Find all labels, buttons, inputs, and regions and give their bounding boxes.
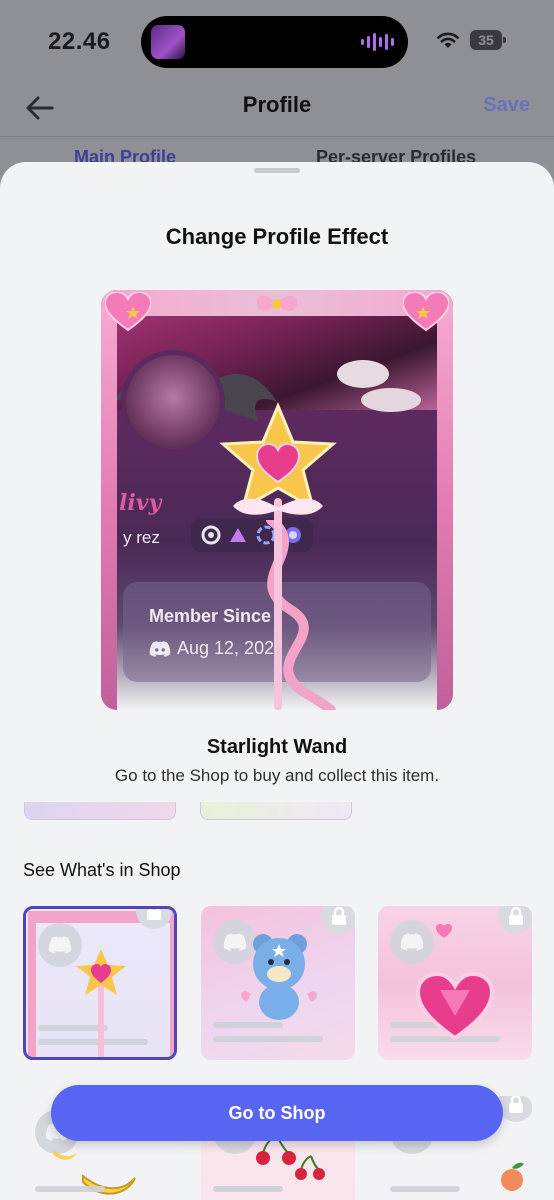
lock-icon: [509, 906, 523, 925]
now-playing-artwork: [151, 25, 185, 59]
sheet-title: Change Profile Effect: [165, 224, 389, 249]
discord-logo-icon: [149, 640, 171, 657]
starlight-wand-icon: [219, 402, 337, 710]
go-to-shop-button[interactable]: Go to Shop: [51, 1085, 503, 1141]
placeholder-bar: [35, 1186, 105, 1192]
profile-effect-sheet: Change Profile Effect livy y rez Member …: [0, 162, 554, 1200]
frame-left-decoration: [101, 310, 117, 710]
owned-effect-tile[interactable]: [24, 802, 176, 820]
heart-gem-icon: [105, 292, 151, 332]
status-time: 22.46: [48, 28, 111, 55]
lock-icon: [509, 1096, 523, 1113]
battery-indicator: 35: [470, 30, 506, 50]
page-title: Profile: [242, 92, 312, 117]
lock-icon: [332, 906, 346, 925]
shop-effect-tile-starlight-wand[interactable]: [23, 906, 177, 1060]
lock-icon: [147, 909, 161, 920]
preview-display-name: livy: [119, 490, 162, 516]
placeholder-bar: [213, 1186, 283, 1192]
owned-effects-row: [24, 802, 354, 820]
starlight-wand-icon: [28, 911, 174, 1057]
preview-username: y rez: [123, 528, 160, 547]
save-button[interactable]: Save: [483, 94, 530, 117]
top-nav-bar: Profile Save: [0, 80, 554, 136]
sheet-drag-handle[interactable]: [254, 168, 300, 173]
owned-effect-tile[interactable]: [200, 802, 352, 820]
shop-section-label: See What's in Shop: [23, 860, 181, 880]
frame-right-decoration: [437, 310, 453, 710]
clouds-decoration: [337, 360, 421, 412]
status-bar: 22.46 35: [0, 0, 554, 80]
wifi-icon: [437, 32, 459, 48]
bow-icon: [256, 295, 298, 311]
avatar: [121, 350, 225, 454]
dynamic-island[interactable]: [141, 16, 408, 68]
effect-name: Starlight Wand: [206, 736, 348, 758]
effect-description: Go to the Shop to buy and collect this i…: [114, 766, 440, 785]
heart-gem-icon: [403, 292, 449, 332]
shop-effect-tile-pink-heart-gem[interactable]: [378, 906, 532, 1060]
shop-effect-tile-blue-bear[interactable]: [201, 906, 355, 1060]
placeholder-bar: [390, 1186, 460, 1192]
profile-effect-preview: livy y rez Member Since Aug 12, 202: [101, 290, 453, 710]
audio-waveform-icon: [361, 32, 394, 52]
